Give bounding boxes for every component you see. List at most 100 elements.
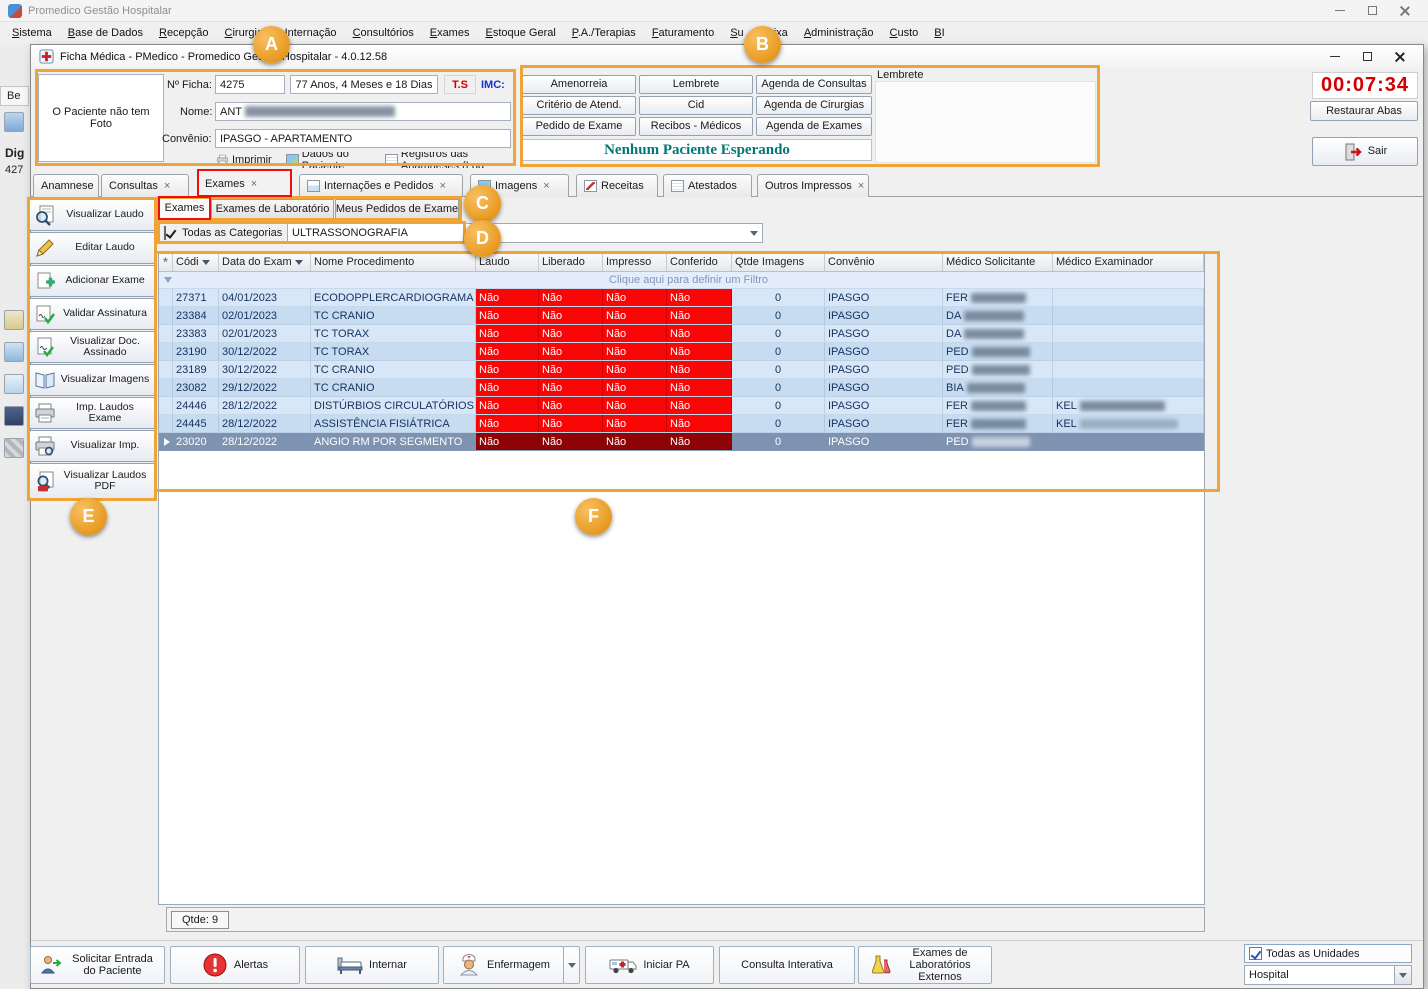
menu-base-de-dados[interactable]: Base de Dados	[60, 22, 151, 44]
subtab-exames[interactable]: Exames	[159, 197, 210, 219]
iniciar-pa-button[interactable]: Iniciar PA	[585, 946, 714, 984]
menu-sistema[interactable]: Sistema	[4, 22, 60, 44]
dados-do-paciente-button[interactable]: Dados do Paciente	[285, 152, 371, 168]
consulta-interativa-button[interactable]: Consulta Interativa	[719, 946, 855, 984]
menu-bi[interactable]: BI	[926, 22, 952, 44]
convenio-field[interactable]: IPASGO - APARTAMENTO	[215, 129, 511, 148]
ficha-input[interactable]: 4275	[215, 75, 285, 94]
column-header-medico-examinador[interactable]: Médico Examinador	[1053, 253, 1204, 271]
todas-unidades-checkbox[interactable]	[1249, 947, 1262, 960]
window-minimize-button[interactable]	[1319, 47, 1351, 67]
pedido-exame-button[interactable]: Pedido de Exame	[522, 117, 636, 136]
exam-row[interactable]: 23190 30/12/2022 TC TORAX Não Não Não Nã…	[159, 343, 1204, 361]
ts-button[interactable]: T.S	[444, 75, 476, 94]
menu-internacao[interactable]: Internação	[277, 22, 345, 44]
column-header-codigo[interactable]: Códi	[173, 253, 219, 271]
column-header-qtde-imagens[interactable]: Qtde Imagens	[732, 253, 825, 271]
subtab-exames-laboratorio[interactable]: Exames de Laboratório	[211, 199, 334, 219]
exam-row[interactable]: 27371 04/01/2023 ECODOPPLERCARDIOGRAMA N…	[159, 289, 1204, 307]
amenorreia-button[interactable]: Amenorreia	[522, 75, 636, 94]
exam-row[interactable]: 24445 28/12/2022 ASSISTÊNCIA FISIÁTRICA …	[159, 415, 1204, 433]
window-close-button[interactable]	[1383, 47, 1415, 67]
menu-exames[interactable]: Exames	[422, 22, 478, 44]
close-icon[interactable]: ×	[543, 180, 549, 192]
lembrete-memo[interactable]	[875, 81, 1096, 163]
column-header-medico-solicitante[interactable]: Médico Solicitante	[943, 253, 1053, 271]
enfermagem-button[interactable]: Enfermagem	[443, 946, 564, 984]
tab-imagens[interactable]: Imagens ×	[470, 174, 569, 197]
column-header-conferido[interactable]: Conferido	[667, 253, 732, 271]
agenda-exames-button[interactable]: Agenda de Exames	[756, 117, 872, 136]
menu-cirurgias[interactable]: Cirurgias	[217, 22, 277, 44]
criterio-atend-button[interactable]: Critério de Atend.	[522, 96, 636, 115]
lembrete-button[interactable]: Lembrete	[639, 75, 753, 94]
internar-button[interactable]: Internar	[305, 946, 439, 984]
validar-assinatura-button[interactable]: Validar Assinatura	[29, 298, 155, 330]
column-header-data-exame[interactable]: Data do Exam	[219, 253, 311, 271]
visualizar-doc-assinado-button[interactable]: Visualizar Doc. Assinado	[29, 331, 155, 363]
dropdown-arrow-icon[interactable]	[750, 230, 758, 236]
tab-consultas[interactable]: Consultas ×	[101, 174, 189, 197]
editar-laudo-button[interactable]: Editar Laudo	[29, 232, 155, 264]
registros-anamneses-button[interactable]: Registros das Anamneses (Log	[384, 152, 517, 168]
exam-row[interactable]: 24446 28/12/2022 DISTÚRBIOS CIRCULATÓRIO…	[159, 397, 1204, 415]
close-icon[interactable]: ×	[251, 178, 257, 190]
exames-laboratorios-externos-button[interactable]: Exames de Laboratórios Externos	[858, 946, 992, 984]
main-minimize-button[interactable]	[1324, 1, 1356, 21]
menu-caixa[interactable]: Caixa	[752, 22, 796, 44]
column-header-liberado[interactable]: Liberado	[539, 253, 603, 271]
cid-button[interactable]: Cid	[639, 96, 753, 115]
exam-row-selected[interactable]: 23020 28/12/2022 ANGIO RM POR SEGMENTO N…	[159, 433, 1204, 451]
agenda-consultas-button[interactable]: Agenda de Consultas	[756, 75, 872, 94]
column-header-impresso[interactable]: Impresso	[603, 253, 667, 271]
close-icon[interactable]: ×	[164, 180, 170, 192]
menu-pa-terapias[interactable]: P.A./Terapias	[564, 22, 644, 44]
tab-receitas[interactable]: Receitas	[576, 174, 658, 197]
sair-button[interactable]: Sair	[1312, 137, 1418, 166]
visualizar-laudos-pdf-button[interactable]: Visualizar Laudos PDF	[29, 463, 155, 499]
exam-row[interactable]: 23082 29/12/2022 TC CRANIO Não Não Não N…	[159, 379, 1204, 397]
column-header-convenio[interactable]: Convênio	[825, 253, 943, 271]
visualizar-imp-button[interactable]: Visualizar Imp.	[29, 430, 155, 462]
grid-filter-row[interactable]: Clique aqui para definir um Filtro	[159, 272, 1204, 289]
menu-faturamento[interactable]: Faturamento	[644, 22, 722, 44]
menu-estoque-geral[interactable]: Estoque Geral	[477, 22, 563, 44]
close-icon[interactable]: ×	[439, 180, 445, 192]
imp-laudos-exame-button[interactable]: Imp. Laudos Exame	[29, 397, 155, 429]
tab-internacoes-pedidos[interactable]: Internações e Pedidos ×	[299, 174, 463, 197]
unidade-combobox[interactable]: Hospital	[1244, 965, 1412, 985]
grid-indicator-header[interactable]: *	[159, 253, 173, 271]
main-maximize-button[interactable]	[1356, 1, 1388, 21]
window-maximize-button[interactable]	[1351, 47, 1383, 67]
solicitar-entrada-button[interactable]: Solicitar Entrada do Paciente	[30, 946, 165, 984]
visualizar-imagens-button[interactable]: Visualizar Imagens	[29, 364, 155, 396]
restaurar-abas-button[interactable]: Restaurar Abas	[1310, 101, 1418, 121]
tab-anamnese[interactable]: Anamnese	[33, 174, 99, 197]
tab-atestados[interactable]: Atestados	[663, 174, 752, 197]
menu-suprimentos[interactable]: Su	[722, 22, 751, 44]
imc-label[interactable]: IMC:	[481, 79, 505, 91]
tab-exames[interactable]: Exames ×	[197, 170, 292, 197]
agenda-cirurgias-button[interactable]: Agenda de Cirurgias	[756, 96, 872, 115]
exam-row[interactable]: 23383 02/01/2023 TC TORAX Não Não Não Nã…	[159, 325, 1204, 343]
main-close-button[interactable]	[1388, 1, 1420, 21]
todas-categorias-checkbox[interactable]	[164, 226, 166, 240]
visualizar-laudo-button[interactable]: Visualizar Laudo	[29, 199, 155, 231]
exam-row[interactable]: 23189 30/12/2022 TC CRANIO Não Não Não N…	[159, 361, 1204, 379]
column-header-laudo[interactable]: Laudo	[476, 253, 539, 271]
enfermagem-dropdown-button[interactable]	[563, 946, 580, 984]
menu-recepcao[interactable]: Recepção	[151, 22, 217, 44]
menu-custo[interactable]: Custo	[882, 22, 927, 44]
imprimir-button[interactable]: Imprimir	[216, 154, 272, 166]
tab-outros-impressos[interactable]: Outros Impressos ×	[757, 174, 869, 197]
subtab-meus-pedidos[interactable]: Meus Pedidos de Exame	[335, 199, 459, 219]
column-header-nome-procedimento[interactable]: Nome Procedimento	[311, 253, 476, 271]
dropdown-arrow-icon[interactable]	[1394, 966, 1411, 984]
close-icon[interactable]: ×	[858, 180, 864, 192]
exam-row[interactable]: 23384 02/01/2023 TC CRANIO Não Não Não N…	[159, 307, 1204, 325]
menu-consultorios[interactable]: Consultórios	[345, 22, 422, 44]
categoria-combobox[interactable]: ULTRASSONOGRAFIA	[287, 223, 763, 243]
patient-name-input[interactable]: ANT	[215, 102, 511, 121]
alertas-button[interactable]: Alertas	[170, 946, 300, 984]
recibos-medicos-button[interactable]: Recibos - Médicos	[639, 117, 753, 136]
